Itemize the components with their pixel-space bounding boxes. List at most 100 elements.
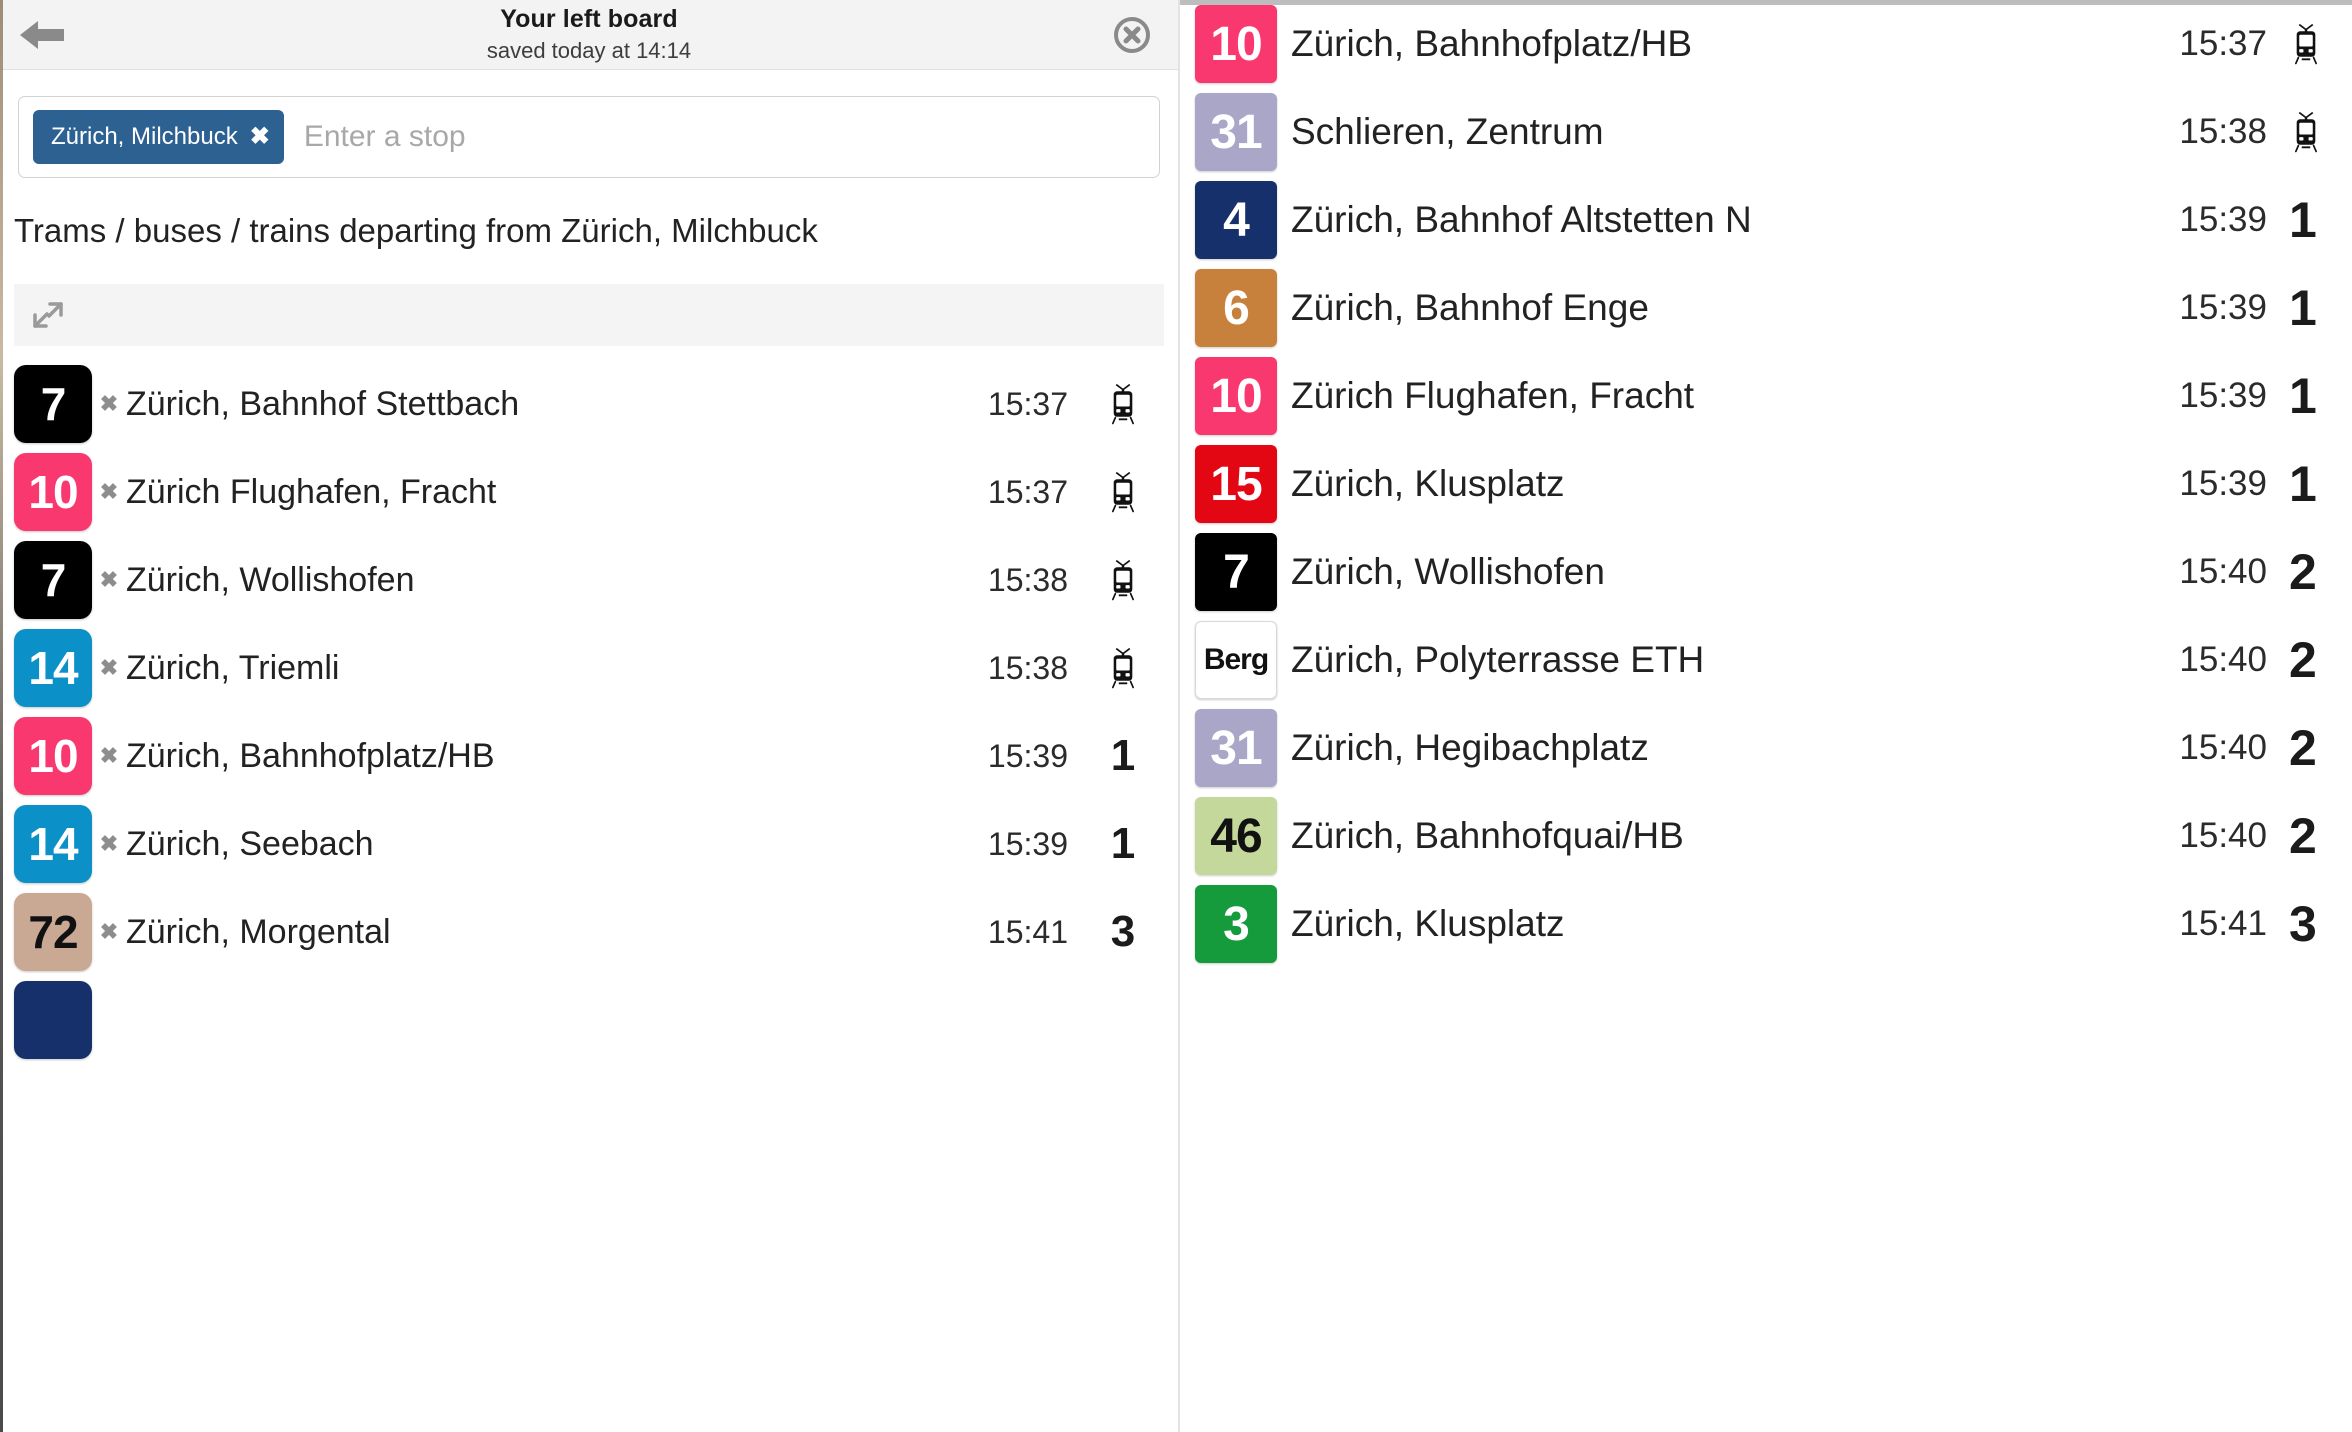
departure-time: 15:39 <box>2179 200 2267 239</box>
destination-label: Zürich Flughafen, Fracht <box>1291 375 1695 416</box>
destination-label: Zürich Flughafen, Fracht <box>126 472 497 511</box>
line-number-badge: 10 <box>14 717 92 795</box>
tram-icon <box>1112 559 1134 601</box>
line-number-badge: Berg <box>1195 621 1277 699</box>
tram-icon <box>1112 647 1134 689</box>
table-row[interactable]: 14 ✖ Zürich, Triemli 15:38 <box>0 624 1178 712</box>
header-title-group: Your left board saved today at 14:14 <box>487 5 691 63</box>
line-number-badge: 31 <box>1195 93 1277 171</box>
line-number-badge: 72 <box>14 893 92 971</box>
page-title: Your left board <box>500 5 678 34</box>
remove-departure-icon[interactable]: ✖ <box>92 919 126 945</box>
platform-number-label: 2 <box>2289 808 2317 864</box>
tram-icon <box>2295 23 2317 65</box>
remove-departure-icon[interactable]: ✖ <box>92 655 126 681</box>
destination-label: Zürich, Bahnhofplatz/HB <box>1291 23 1693 64</box>
departure-time: 15:39 <box>987 825 1068 862</box>
table-row[interactable] <box>0 976 1178 1064</box>
line-number-badge <box>14 981 92 1059</box>
platform-number: 1 <box>2267 455 2352 513</box>
destination-label: Zürich, Bahnhof Enge <box>1291 287 1649 328</box>
platform-number-label: 1 <box>2289 368 2317 424</box>
platform-number: 3 <box>1068 907 1178 957</box>
departure-time: 15:41 <box>987 913 1068 950</box>
table-row[interactable]: 10 Zürich, Bahnhofplatz/HB 15:37 <box>1180 0 2352 88</box>
line-number-badge: 3 <box>1195 885 1277 963</box>
destination-label: Zürich, Bahnhof Altstetten N <box>1291 199 1752 240</box>
table-row[interactable]: 72 ✖ Zürich, Morgental 15:41 3 <box>0 888 1178 976</box>
destination-label: Zürich, Bahnhofplatz/HB <box>126 736 495 775</box>
destination-label: Zürich, Klusplatz <box>1291 463 1565 504</box>
close-circle-icon[interactable] <box>1112 15 1152 55</box>
departure-time: 15:40 <box>2179 552 2267 591</box>
table-row[interactable]: 31 Schlieren, Zentrum 15:38 <box>1180 88 2352 176</box>
departure-time: 15:38 <box>2179 112 2267 151</box>
vehicle-type-icon <box>1068 470 1178 514</box>
remove-departure-icon[interactable]: ✖ <box>92 391 126 417</box>
platform-number-label: 2 <box>2289 720 2317 776</box>
platform-number: 1 <box>2267 279 2352 337</box>
destination-label: Zürich, Polyterrasse ETH <box>1291 639 1705 680</box>
platform-number-label: 1 <box>2289 456 2317 512</box>
departure-time: 15:39 <box>987 737 1068 774</box>
remove-stop-icon[interactable]: ✖ <box>250 125 270 149</box>
platform-number-label: 1 <box>2289 192 2317 248</box>
departure-board-screen: Your left board saved today at 14:14 Zür… <box>0 0 2352 1432</box>
table-row[interactable]: 4 Zürich, Bahnhof Altstetten N 15:39 1 <box>1180 176 2352 264</box>
departure-time: 15:41 <box>2179 904 2267 943</box>
table-row[interactable]: 7 ✖ Zürich, Wollishofen 15:38 <box>0 536 1178 624</box>
remove-departure-icon[interactable]: ✖ <box>92 567 126 593</box>
table-row[interactable]: 10 ✖ Zürich Flughafen, Fracht 15:37 <box>0 448 1178 536</box>
platform-number: 2 <box>2267 719 2352 777</box>
remove-departure-icon[interactable]: ✖ <box>92 479 126 505</box>
platform-number: 1 <box>2267 191 2352 249</box>
right-departure-list: 10 Zürich, Bahnhofplatz/HB 15:37 31 Schliere… <box>1180 0 2352 968</box>
line-number-badge: 6 <box>1195 269 1277 347</box>
line-number-badge: 15 <box>1195 445 1277 523</box>
departure-time: 15:40 <box>2179 640 2267 679</box>
vehicle-type-icon <box>1068 382 1178 426</box>
table-row[interactable]: 10 Zürich Flughafen, Fracht 15:39 1 <box>1180 352 2352 440</box>
line-number-badge: 10 <box>14 453 92 531</box>
destination-label: Schlieren, Zentrum <box>1291 111 1604 152</box>
destination-label: Zürich, Hegibachplatz <box>1291 727 1649 768</box>
departure-time: 15:38 <box>987 561 1068 598</box>
selected-stop-chip[interactable]: Zürich, Milchbuck ✖ <box>33 110 284 164</box>
stop-search-field[interactable]: Zürich, Milchbuck ✖ <box>18 96 1160 178</box>
line-number-badge: 7 <box>1195 533 1277 611</box>
search-input[interactable] <box>301 119 782 155</box>
table-row[interactable]: Berg Zürich, Polyterrasse ETH 15:40 2 <box>1180 616 2352 704</box>
line-number-badge: 4 <box>1195 181 1277 259</box>
table-row[interactable]: 6 Zürich, Bahnhof Enge 15:39 1 <box>1180 264 2352 352</box>
remove-departure-icon[interactable]: ✖ <box>92 743 126 769</box>
left-departure-list: 7 ✖ Zürich, Bahnhof Stettbach 15:37 10 ✖ Züric… <box>0 360 1178 1064</box>
expand-board-strip[interactable] <box>14 284 1164 346</box>
table-row[interactable]: 7 Zürich, Wollishofen 15:40 2 <box>1180 528 2352 616</box>
platform-number-label: 3 <box>1110 907 1136 956</box>
table-row[interactable]: 46 Zürich, Bahnhofquai/HB 15:40 2 <box>1180 792 2352 880</box>
table-row[interactable]: 15 Zürich, Klusplatz 15:39 1 <box>1180 440 2352 528</box>
line-number-badge: 7 <box>14 541 92 619</box>
platform-number: 2 <box>2267 543 2352 601</box>
departure-time: 15:40 <box>2179 816 2267 855</box>
platform-number: 2 <box>2267 631 2352 689</box>
platform-number: 3 <box>2267 895 2352 953</box>
table-row[interactable]: 10 ✖ Zürich, Bahnhofplatz/HB 15:39 1 <box>0 712 1178 800</box>
table-row[interactable]: 14 ✖ Zürich, Seebach 15:39 1 <box>0 800 1178 888</box>
back-arrow-icon[interactable] <box>18 15 66 55</box>
line-number-badge: 14 <box>14 629 92 707</box>
panel-header: Your left board saved today at 14:14 <box>0 0 1178 70</box>
destination-label: Zürich, Morgental <box>126 912 391 951</box>
departure-time: 15:39 <box>2179 464 2267 503</box>
destination-label: Zürich, Bahnhofquai/HB <box>1291 815 1684 856</box>
table-row[interactable]: 3 Zürich, Klusplatz 15:41 3 <box>1180 880 2352 968</box>
destination-label: Zürich, Wollishofen <box>1291 551 1605 592</box>
vehicle-type-icon <box>1068 558 1178 602</box>
remove-departure-icon[interactable]: ✖ <box>92 831 126 857</box>
selected-stop-label: Zürich, Milchbuck <box>51 123 238 150</box>
table-row[interactable]: 7 ✖ Zürich, Bahnhof Stettbach 15:37 <box>0 360 1178 448</box>
expand-diagonal-icon[interactable] <box>30 297 66 333</box>
tram-icon <box>2295 111 2317 153</box>
line-number-badge: 10 <box>1195 357 1277 435</box>
table-row[interactable]: 31 Zürich, Hegibachplatz 15:40 2 <box>1180 704 2352 792</box>
